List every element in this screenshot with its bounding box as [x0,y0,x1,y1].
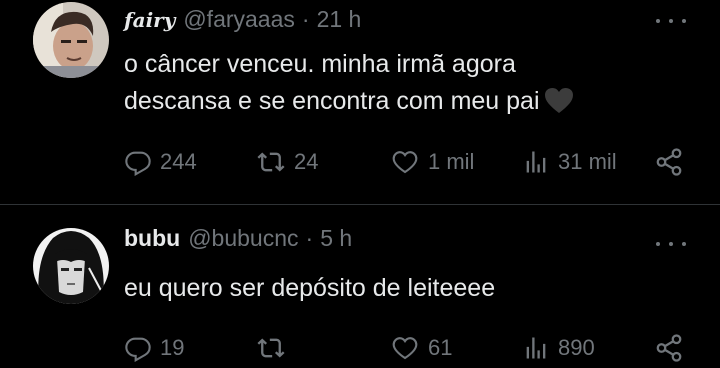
reply-icon [124,148,152,176]
display-name[interactable]: fairy [124,8,175,32]
like-icon [390,148,420,176]
reply-count: 244 [160,149,197,174]
like-icon [390,334,420,362]
user-handle[interactable]: @bubucnc [188,225,298,252]
like-count: 1 mil [428,149,475,174]
tweet-header: bubu @bubucnc · 5 h [124,225,352,255]
tweet-header: fairy @faryaaas · 21 h [124,6,361,36]
share-button[interactable] [654,331,684,365]
separator: · [301,6,310,32]
tweet-text-line: eu quero ser depósito de leiteeee [124,274,496,302]
tweet[interactable]: bubu @bubucnc · 5 h eu quero ser depósit… [0,206,720,368]
tweet-text: eu quero ser depósito de leiteeee [124,270,694,307]
share-icon [654,333,684,363]
share-icon [654,147,684,177]
tweet-text-line: descansa e se encontra com meu pai [124,83,694,125]
retweet-icon [256,334,286,362]
views-count: 890 [558,335,595,360]
tweet[interactable]: fairy @faryaaas · 21 h o câncer venceu. … [0,0,720,204]
reply-button[interactable]: 244 [124,145,197,179]
like-button[interactable]: 61 [390,331,452,365]
retweet-icon [256,148,286,176]
views-button[interactable]: 31 mil [522,145,617,179]
views-icon [522,148,550,176]
timestamp[interactable]: 5 h [320,225,352,252]
timestamp[interactable]: 21 h [317,6,362,33]
separator: · [305,225,314,251]
reply-button[interactable]: 19 [124,331,184,365]
reply-count: 19 [160,335,185,360]
divider [0,204,720,205]
views-icon [522,334,550,362]
retweet-button[interactable] [256,331,286,365]
tweet-text: o câncer venceu. minha irmã agora descan… [124,46,694,125]
avatar[interactable] [33,228,109,304]
tweet-text-line: o câncer venceu. minha irmã agora [124,50,516,78]
black-heart-icon [544,87,574,125]
avatar[interactable] [33,2,109,78]
views-count: 31 mil [558,149,617,174]
like-button[interactable]: 1 mil [390,145,474,179]
tweet-text-fragment: descansa e se encontra com meu pai [124,87,540,115]
retweet-count: 24 [294,149,319,174]
more-icon[interactable] [656,11,686,31]
share-button[interactable] [654,145,684,179]
action-bar: 244 24 1 mil 31 mil [0,145,720,179]
user-handle[interactable]: @faryaaas [183,6,295,33]
action-bar: 19 61 890 [0,331,720,365]
more-icon[interactable] [656,234,686,254]
views-button[interactable]: 890 [522,331,595,365]
reply-icon [124,334,152,362]
display-name[interactable]: bubu [124,225,180,252]
like-count: 61 [428,335,453,360]
retweet-button[interactable]: 24 [256,145,318,179]
